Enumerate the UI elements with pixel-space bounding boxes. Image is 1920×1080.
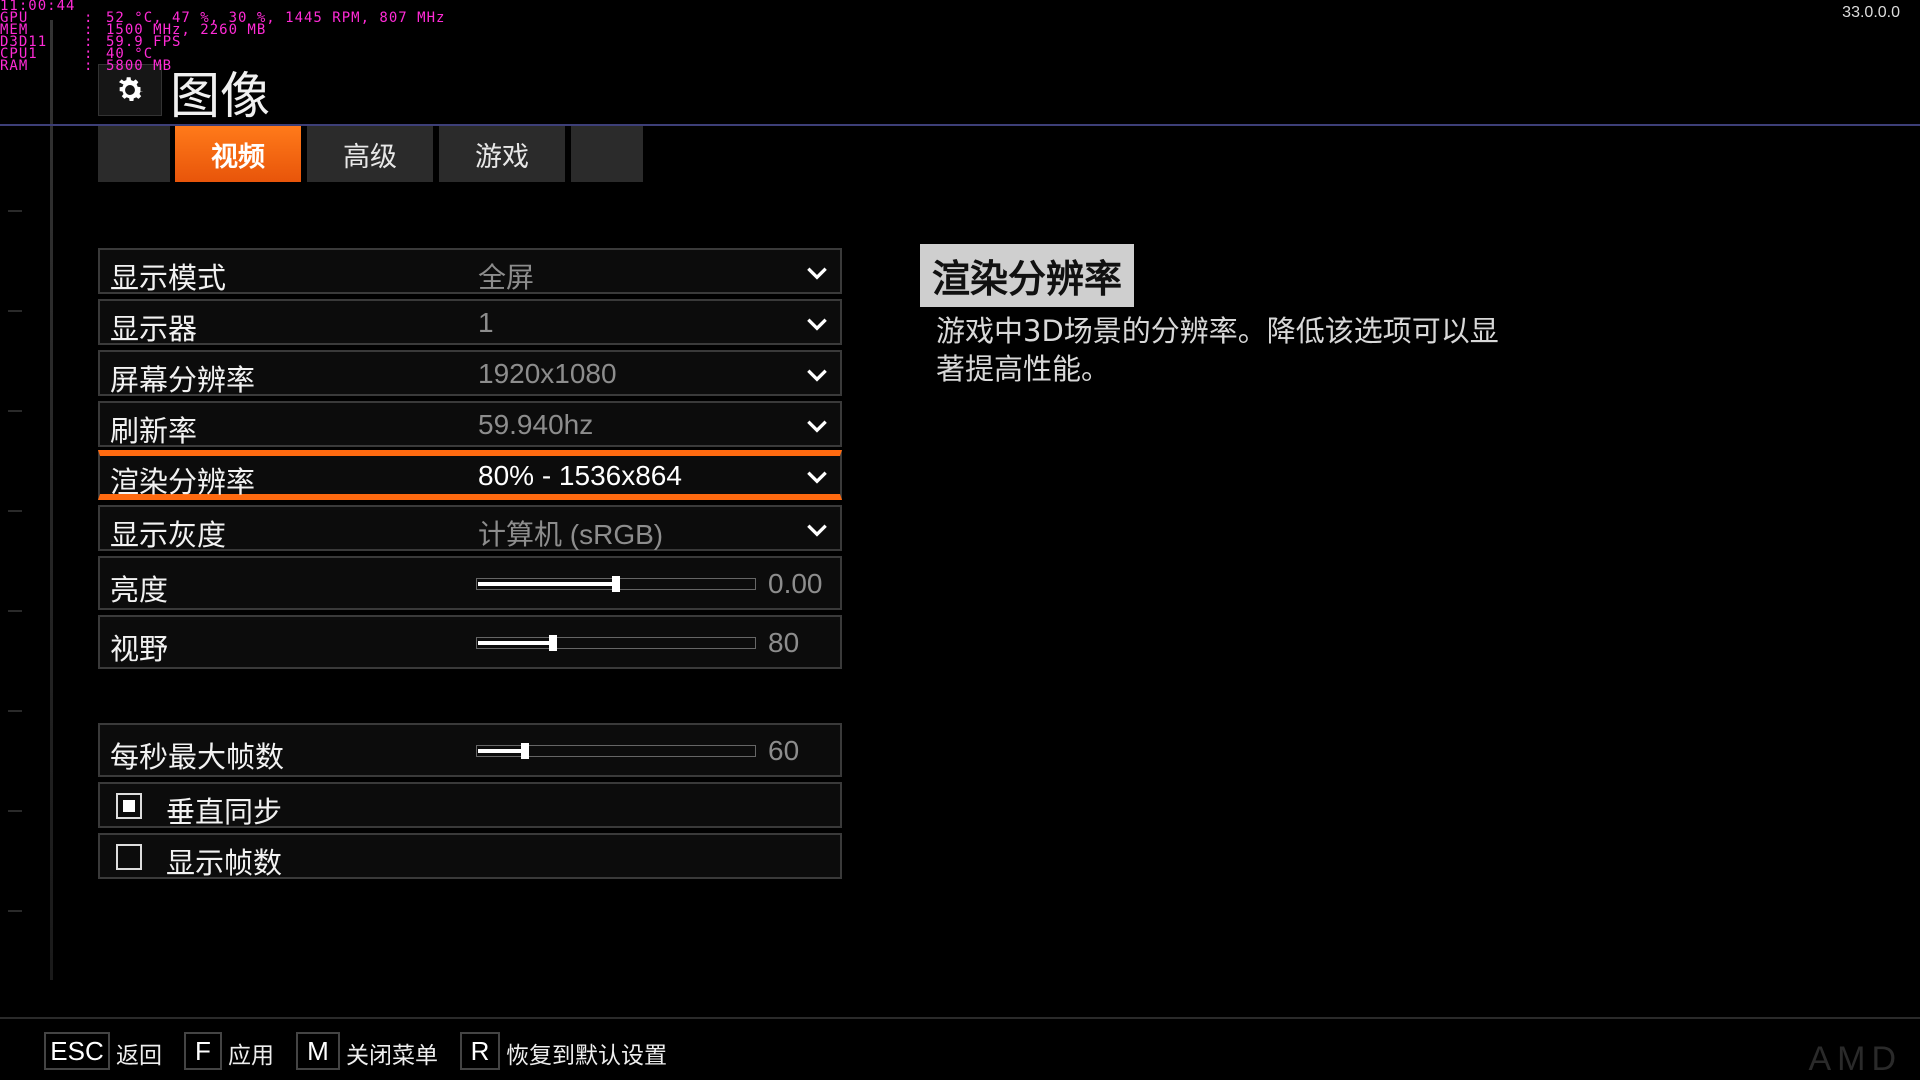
- slider-fill: [478, 641, 553, 645]
- refresh-rate-dropdown[interactable]: 刷新率 59.940hz: [98, 401, 842, 448]
- osd-sep: :: [84, 58, 94, 74]
- key-cap: R: [470, 1035, 490, 1066]
- version-label: 33.0.0.0: [1842, 4, 1900, 21]
- setting-label: 亮度: [110, 573, 169, 607]
- left-decoration: [50, 20, 53, 980]
- setting-label: 垂直同步: [166, 795, 283, 829]
- display-mode-dropdown[interactable]: 显示模式 全屏: [98, 248, 842, 295]
- display-gamma-dropdown[interactable]: 显示灰度 计算机 (sRGB): [98, 505, 842, 552]
- apply-label[interactable]: 应用: [228, 1036, 274, 1070]
- brightness-slider[interactable]: [476, 576, 756, 592]
- setting-label: 刷新率: [110, 414, 198, 448]
- max-fps-slider-row: 每秒最大帧数 60: [98, 723, 842, 777]
- tab-advanced[interactable]: 高级: [307, 126, 433, 182]
- chevron-down-icon: [804, 311, 830, 337]
- setting-value: 80% - 1536x864: [478, 460, 682, 491]
- key-cap: M: [307, 1035, 329, 1066]
- setting-value: 1: [478, 307, 494, 338]
- show-fps-checkbox[interactable]: [116, 844, 142, 870]
- setting-value: 计算机 (sRGB): [478, 519, 664, 550]
- setting-label: 渲染分辨率: [110, 465, 256, 499]
- fov-slider-row: 视野 80: [98, 615, 842, 669]
- slider-fill: [478, 582, 616, 586]
- tab-blank-right[interactable]: [571, 126, 643, 182]
- slider-fill: [478, 749, 525, 753]
- close-menu-label[interactable]: 关闭菜单: [346, 1036, 438, 1070]
- setting-value: 全屏: [478, 262, 535, 293]
- gear-icon-glyph: [118, 77, 144, 102]
- performance-overlay: 11:00:44 GPU:52 °C, 47 %, 30 %, 1445 RPM…: [0, 0, 445, 74]
- tab-game[interactable]: 游戏: [439, 126, 565, 182]
- slider-handle[interactable]: [521, 743, 529, 759]
- description-text: 游戏中3D场景的分辨率。降低该选项可以显著提高性能。: [936, 314, 1499, 386]
- setting-label: 显示灰度: [110, 518, 227, 552]
- tab-blank-left[interactable]: [98, 126, 170, 182]
- max-fps-slider[interactable]: [476, 743, 756, 759]
- show-fps-checkbox-row[interactable]: 显示帧数: [98, 833, 842, 880]
- footer-divider: [0, 1017, 1920, 1019]
- setting-value: 59.940hz: [478, 409, 594, 440]
- tab-video[interactable]: 视频: [175, 126, 301, 182]
- back-label[interactable]: 返回: [116, 1036, 162, 1070]
- vsync-checkbox[interactable]: [116, 793, 142, 819]
- slider-value: 60: [768, 735, 800, 766]
- setting-label: 显示器: [110, 312, 198, 346]
- slider-handle[interactable]: [612, 576, 620, 592]
- left-decoration-ticks: [8, 150, 22, 930]
- chevron-down-icon: [804, 260, 830, 286]
- key-cap: F: [195, 1035, 211, 1066]
- description-title: 渲染分辨率: [920, 244, 1135, 307]
- setting-label: 显示模式: [110, 261, 227, 295]
- fov-slider[interactable]: [476, 635, 756, 651]
- r-key-button[interactable]: R: [460, 1032, 500, 1070]
- key-cap: ESC: [50, 1035, 104, 1066]
- setting-label: 屏幕分辨率: [110, 363, 256, 397]
- slider-value: 80: [768, 627, 800, 658]
- slider-handle[interactable]: [549, 635, 557, 651]
- chevron-down-icon: [804, 413, 830, 439]
- esc-key-button[interactable]: ESC: [44, 1032, 110, 1070]
- tab-label: 高级: [343, 141, 397, 173]
- slider-value: 0.00: [768, 568, 823, 599]
- tab-label: 游戏: [475, 141, 529, 173]
- vsync-checkbox-row[interactable]: 垂直同步: [98, 782, 842, 829]
- osd-key: RAM: [0, 58, 29, 74]
- restore-defaults-label[interactable]: 恢复到默认设置: [506, 1036, 667, 1070]
- screen-resolution-dropdown[interactable]: 屏幕分辨率 1920x1080: [98, 350, 842, 397]
- monitor-dropdown[interactable]: 显示器 1: [98, 299, 842, 346]
- setting-label: 每秒最大帧数: [110, 740, 285, 774]
- chevron-down-icon: [804, 517, 830, 543]
- chevron-down-icon: [804, 464, 830, 490]
- setting-label: 显示帧数: [166, 846, 283, 880]
- brightness-slider-row: 亮度 0.00: [98, 556, 842, 610]
- setting-label: 视野: [110, 632, 169, 666]
- render-resolution-dropdown[interactable]: 渲染分辨率 80% - 1536x864: [98, 450, 842, 500]
- osd-value: 5800 MB: [106, 58, 173, 74]
- chevron-down-icon: [804, 362, 830, 388]
- f-key-button[interactable]: F: [184, 1032, 222, 1070]
- amd-logo: AMD: [1808, 1040, 1902, 1078]
- m-key-button[interactable]: M: [296, 1032, 340, 1070]
- setting-value: 1920x1080: [478, 358, 617, 389]
- tab-label: 视频: [211, 141, 265, 173]
